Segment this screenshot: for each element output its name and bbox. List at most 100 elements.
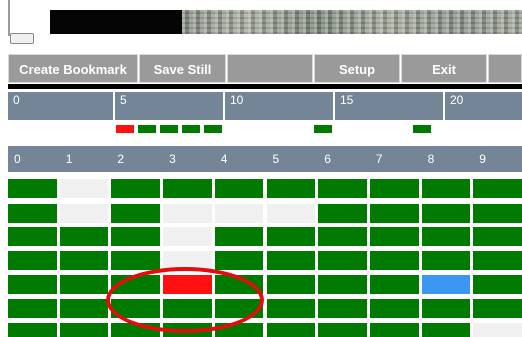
grid-cell-r6-c8[interactable]	[421, 323, 471, 337]
grid-cell-r2-c7[interactable]	[369, 227, 419, 246]
video-preview-black	[50, 10, 182, 34]
timeline-mark-3[interactable]	[182, 125, 200, 133]
grid-cell-r3-c6[interactable]	[318, 251, 367, 270]
grid-cell-r1-c3[interactable]	[163, 204, 212, 223]
timeline-mark-5[interactable]	[314, 125, 332, 133]
grid-cell-r4-c1[interactable]	[59, 275, 109, 294]
grid-cell-r2-c3[interactable]	[163, 227, 212, 246]
grid-cell-r4-c2[interactable]	[111, 275, 161, 294]
grid-cell-r5-c7[interactable]	[369, 299, 419, 318]
grid-cell-r5-c4[interactable]	[214, 299, 264, 318]
hour-header	[8, 146, 522, 172]
grid-cell-r1-c8[interactable]	[421, 204, 471, 223]
timeline-mark-4[interactable]	[204, 125, 222, 133]
grid-cell-r2-c1[interactable]	[59, 227, 109, 246]
timeline-mark-2[interactable]	[160, 125, 178, 133]
hour-label-8: 8	[427, 152, 435, 166]
grid-cell-r4-c4[interactable]	[214, 275, 264, 294]
grid-cell-r3-c0[interactable]	[8, 251, 57, 270]
grid-cell-r5-c3[interactable]	[163, 299, 212, 318]
hour-label-9: 9	[479, 152, 486, 166]
grid-cell-r1-c9[interactable]	[473, 204, 522, 223]
grid-cell-r5-c8[interactable]	[421, 299, 471, 318]
grid-cell-r6-c6[interactable]	[318, 323, 367, 337]
save-still-button[interactable]: Save Still	[139, 54, 226, 83]
grid-cell-r2-c9[interactable]	[473, 227, 522, 246]
timeline-segment-10[interactable]: 10	[225, 92, 335, 120]
grid-cell-r0-c8[interactable]	[421, 179, 471, 198]
grid-cell-r4-c8[interactable]	[421, 275, 471, 294]
grid-cell-r3-c1[interactable]	[59, 251, 109, 270]
grid-cell-r1-c0[interactable]	[8, 204, 57, 223]
grid-cell-r2-c8[interactable]	[421, 227, 471, 246]
grid-cell-r5-c2[interactable]	[111, 299, 161, 318]
hour-label-3: 3	[169, 152, 176, 166]
grid-cell-r1-c6[interactable]	[318, 204, 367, 223]
grid-cell-r1-c4[interactable]	[214, 204, 264, 223]
timeline-mark-1[interactable]	[138, 125, 156, 133]
grid-cell-r3-c2[interactable]	[111, 251, 161, 270]
grid-cell-r3-c5[interactable]	[266, 251, 316, 270]
grid-cell-r4-c9[interactable]	[473, 275, 522, 294]
grid-cell-r6-c2[interactable]	[111, 323, 161, 337]
grid-cell-r3-c8[interactable]	[421, 251, 471, 270]
grid-cell-r1-c5[interactable]	[266, 204, 316, 223]
timeline-segment-15[interactable]: 15	[335, 92, 445, 120]
grid-cell-r0-c7[interactable]	[369, 179, 419, 198]
hour-label-5: 5	[272, 152, 280, 166]
grid-cell-r3-c4[interactable]	[214, 251, 264, 270]
grid-cell-r0-c1[interactable]	[59, 179, 109, 198]
hour-label-6: 6	[324, 152, 331, 166]
grid-cell-r4-c6[interactable]	[318, 275, 367, 294]
grid-cell-r6-c3[interactable]	[163, 323, 212, 337]
grid-cell-r1-c2[interactable]	[111, 204, 161, 223]
grid-cell-r0-c5[interactable]	[266, 179, 316, 198]
timeline-mark-0[interactable]	[116, 125, 134, 133]
timeline-segment-5[interactable]: 5	[115, 92, 225, 120]
grid-cell-r2-c6[interactable]	[318, 227, 367, 246]
timeline-segment-0[interactable]: 0	[8, 92, 115, 120]
grid-cell-r2-c5[interactable]	[266, 227, 316, 246]
grid-cell-r2-c0[interactable]	[8, 227, 57, 246]
slider-thumb[interactable]	[10, 33, 34, 44]
grid-cell-r6-c4[interactable]	[214, 323, 264, 337]
hour-label-2: 2	[117, 152, 125, 166]
grid-cell-r5-c1[interactable]	[59, 299, 109, 318]
grid-cell-r3-c9[interactable]	[473, 251, 522, 270]
grid-cell-r5-c5[interactable]	[266, 299, 316, 318]
create-bookmark-button[interactable]: Create Bookmark	[8, 54, 138, 83]
grid-cell-r1-c7[interactable]	[369, 204, 419, 223]
setup-button[interactable]: Setup	[314, 54, 400, 83]
grid-cell-r0-c9[interactable]	[473, 179, 522, 198]
grid-cell-r4-c7[interactable]	[369, 275, 419, 294]
grid-cell-r5-c0[interactable]	[8, 299, 57, 318]
exit-button[interactable]: Exit	[401, 54, 487, 83]
toolbar-overflow-button[interactable]	[488, 54, 522, 83]
grid-cell-r4-c5[interactable]	[266, 275, 316, 294]
grid-cell-r0-c6[interactable]	[318, 179, 367, 198]
grid-cell-r5-c9[interactable]	[473, 299, 522, 318]
timeline-mark-6[interactable]	[413, 125, 431, 133]
grid-cell-r2-c4[interactable]	[214, 227, 264, 246]
timeline-segment-20[interactable]: 20	[445, 92, 522, 120]
grid-cell-r0-c2[interactable]	[111, 179, 161, 198]
grid-cell-r4-c0[interactable]	[8, 275, 57, 294]
grid-cell-r1-c1[interactable]	[59, 204, 109, 223]
toolbar-divider	[8, 84, 522, 89]
grid-cell-r6-c9[interactable]	[473, 323, 522, 337]
grid-cell-r4-c3[interactable]	[163, 275, 212, 294]
grid-cell-r0-c0[interactable]	[8, 179, 57, 198]
grid-cell-r6-c5[interactable]	[266, 323, 316, 337]
grid-cell-r6-c7[interactable]	[369, 323, 419, 337]
slider-track[interactable]	[8, 0, 10, 36]
hour-label-1: 1	[65, 152, 73, 166]
blank-toolbar-button[interactable]	[227, 54, 313, 83]
grid-cell-r6-c1[interactable]	[59, 323, 109, 337]
grid-cell-r0-c4[interactable]	[214, 179, 264, 198]
grid-cell-r3-c7[interactable]	[369, 251, 419, 270]
grid-cell-r0-c3[interactable]	[163, 179, 212, 198]
grid-cell-r5-c6[interactable]	[318, 299, 367, 318]
grid-cell-r6-c0[interactable]	[8, 323, 57, 337]
grid-cell-r2-c2[interactable]	[111, 227, 161, 246]
grid-cell-r3-c3[interactable]	[163, 251, 212, 270]
